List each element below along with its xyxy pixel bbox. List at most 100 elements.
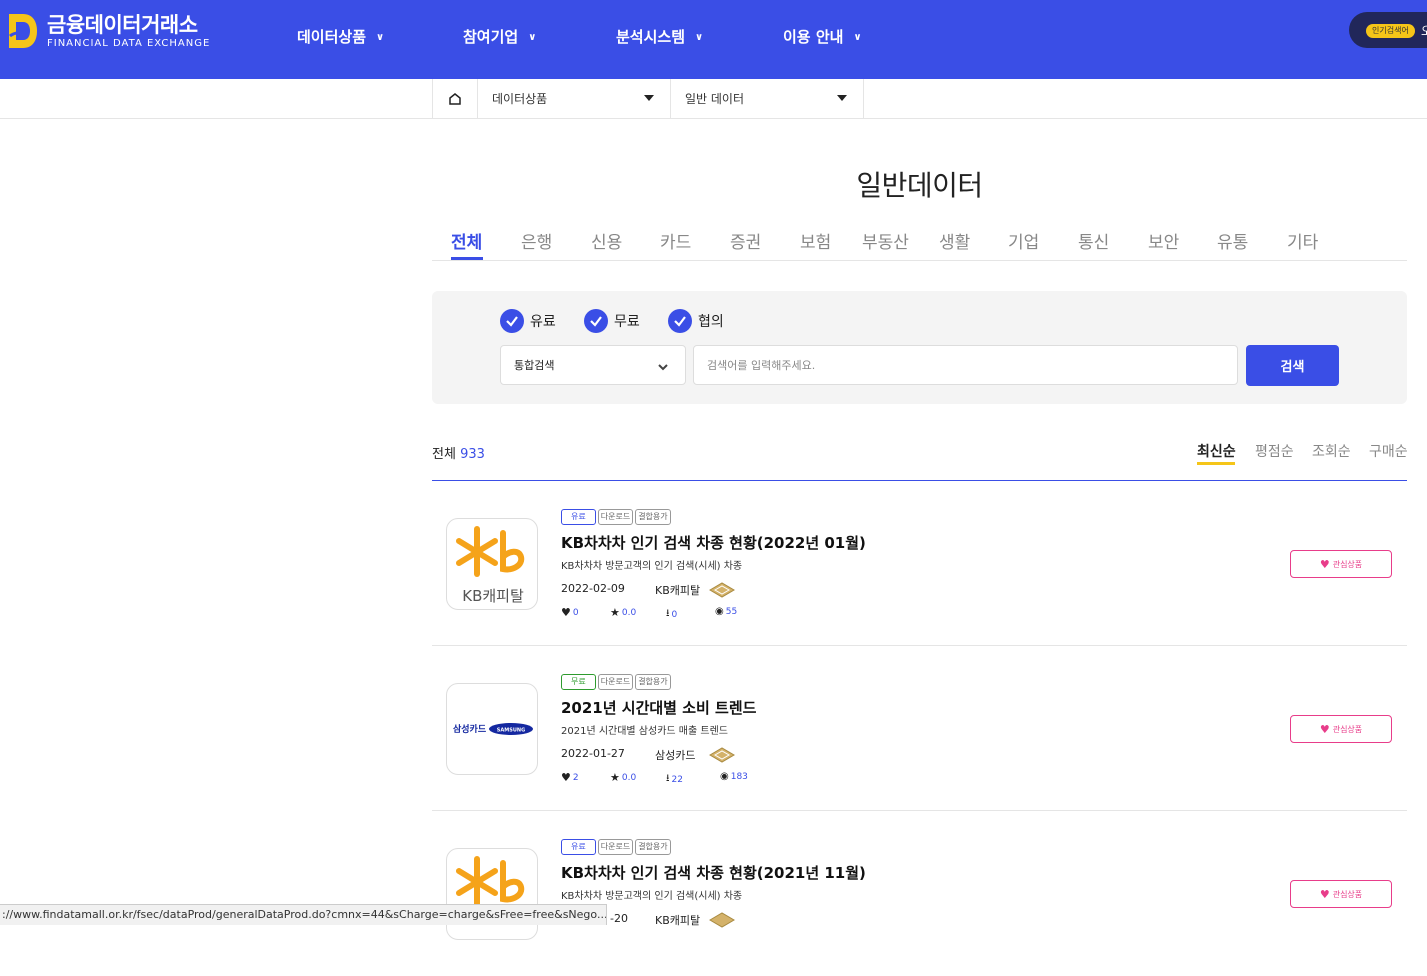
product-description: KB차차차 방문고객의 인기 검색(시세) 차종 <box>561 561 743 572</box>
chevron-down-icon: ∨ <box>695 32 704 43</box>
product-item: KB캐피탈 유료 다운로드 결합용가 KB차차차 인기 검색 차종 현황(202… <box>432 481 1407 646</box>
stat-value: 22 <box>671 774 683 785</box>
nav-participants[interactable]: 참여기업 ∨ <box>463 26 536 47</box>
svg-text:삼성카드: 삼성카드 <box>453 723 487 735</box>
popular-keyword-text[interactable]: 오 <box>1421 22 1427 39</box>
active-tab-indicator <box>451 257 483 260</box>
tag-paid: 유료 <box>561 839 596 855</box>
star-icon: ★ <box>610 606 620 619</box>
filter-label: 무료 <box>614 314 640 330</box>
chevron-down-icon: ∨ <box>376 32 385 43</box>
tabs-divider <box>432 260 1407 261</box>
product-title[interactable]: 2021년 시간대별 소비 트렌드 <box>561 697 756 718</box>
tab-securities[interactable]: 증권 <box>730 228 761 253</box>
product-company[interactable]: 삼성카드 <box>655 747 695 763</box>
stat-value: 0 <box>572 607 579 618</box>
stat-value: 0.0 <box>621 772 637 783</box>
kb-capital-logo <box>456 856 525 907</box>
tab-real-estate[interactable]: 부동산 <box>862 228 909 253</box>
tag-combinable: 결합용가 <box>635 674 671 690</box>
breadcrumb-select-level1[interactable]: 데이터상품 <box>478 79 671 119</box>
stat-value: 183 <box>730 771 748 782</box>
heart-icon: ♥ <box>1319 887 1330 901</box>
tab-bank[interactable]: 은행 <box>521 228 552 253</box>
stat-rating: ★ 0.0 <box>610 606 636 619</box>
product-tags: 무료 다운로드 결합용가 <box>561 674 671 690</box>
product-description: 2021년 시간대별 삼성카드 매출 트렌드 <box>561 726 728 737</box>
product-description: KB차차차 방문고객의 인기 검색(시세) 차종 <box>561 891 743 902</box>
product-title[interactable]: KB차차차 인기 검색 차종 현황(2021년 11월) <box>561 862 866 883</box>
nav-analysis-system[interactable]: 분석시스템 ∨ <box>616 26 703 47</box>
check-icon <box>584 309 608 333</box>
stat-rating: ★ 0.0 <box>610 771 636 784</box>
logo-title[interactable]: 금융데이터거래소 <box>47 9 198 39</box>
product-thumbnail[interactable]: 삼성카드 SAMSUNG <box>446 683 538 775</box>
top-header <box>0 0 1427 79</box>
tab-insurance[interactable]: 보험 <box>800 228 831 253</box>
home-button[interactable] <box>432 79 478 119</box>
svg-text:KB캐피탈: KB캐피탈 <box>462 587 524 605</box>
product-date: 2022-02-09 <box>561 582 625 595</box>
tab-telecom[interactable]: 통신 <box>1078 228 1109 253</box>
search-type-select[interactable]: 통합검색 <box>500 345 686 385</box>
logo-icon[interactable] <box>7 12 39 50</box>
star-icon: ★ <box>610 771 620 784</box>
check-icon <box>500 309 524 333</box>
product-company[interactable]: KB캐피탈 <box>655 912 700 928</box>
tag-download: 다운로드 <box>597 674 634 690</box>
search-button[interactable]: 검색 <box>1246 345 1339 386</box>
kb-capital-logo: KB캐피탈 <box>456 526 525 605</box>
favorite-label: 관심상품 <box>1332 559 1363 569</box>
add-favorite-button[interactable]: ♥ 관심상품 <box>1290 715 1392 743</box>
check-icon <box>668 309 692 333</box>
breadcrumb-label: 데이터상품 <box>492 92 548 106</box>
logo-subtitle: FINANCIAL DATA EXCHANGE <box>47 38 211 49</box>
favorite-label: 관심상품 <box>1332 724 1363 734</box>
chevron-down-icon <box>657 346 669 386</box>
tab-etc[interactable]: 기타 <box>1287 228 1318 253</box>
tab-credit[interactable]: 신용 <box>591 228 622 253</box>
sort-purchases[interactable]: 구매순 <box>1369 441 1408 461</box>
tab-card[interactable]: 카드 <box>660 228 691 253</box>
search-input[interactable] <box>693 345 1238 385</box>
stat-value: 0.0 <box>621 607 637 618</box>
filter-negotiable-checkbox[interactable]: 협의 <box>668 309 724 333</box>
filter-paid-checkbox[interactable]: 유료 <box>500 309 556 333</box>
product-thumbnail[interactable]: KB캐피탈 <box>446 518 538 610</box>
tab-distribution[interactable]: 유통 <box>1217 228 1248 253</box>
breadcrumb-select-level2[interactable]: 일반 데이터 <box>671 79 864 119</box>
nav-data-products[interactable]: 데이터상품 ∨ <box>297 26 384 47</box>
add-favorite-button[interactable]: ♥ 관심상품 <box>1290 880 1392 908</box>
heart-icon: ♥ <box>561 606 571 619</box>
favorite-label: 관심상품 <box>1332 889 1363 899</box>
product-title[interactable]: KB차차차 인기 검색 차종 현황(2022년 01월) <box>561 532 866 553</box>
breadcrumb-label: 일반 데이터 <box>685 92 745 106</box>
sort-views[interactable]: 조회순 <box>1312 441 1351 461</box>
grade-badge-icon <box>709 582 735 598</box>
tab-all[interactable]: 전체 <box>451 228 482 253</box>
product-thumbnail[interactable] <box>446 848 538 940</box>
stat-likes: ♥ 0 <box>561 606 579 619</box>
heart-icon: ♥ <box>561 771 571 784</box>
eye-icon: ◉ <box>715 606 724 617</box>
add-favorite-button[interactable]: ♥ 관심상품 <box>1290 550 1392 578</box>
eye-icon: ◉ <box>720 771 729 782</box>
nav-label: 데이터상품 <box>297 28 367 46</box>
tab-life[interactable]: 생활 <box>939 228 970 253</box>
stat-value: 0 <box>671 609 678 620</box>
tab-security[interactable]: 보안 <box>1148 228 1179 253</box>
popular-keywords-badge: 인기검색어 <box>1366 24 1415 38</box>
filter-free-checkbox[interactable]: 무료 <box>584 309 640 333</box>
tag-download: 다운로드 <box>597 839 634 855</box>
product-date: -20 <box>610 912 628 925</box>
sort-latest[interactable]: 최신순 <box>1197 441 1236 461</box>
nav-guide[interactable]: 이용 안내 ∨ <box>783 26 862 47</box>
stat-value: 2 <box>572 772 579 783</box>
samsung-card-logo: 삼성카드 SAMSUNG <box>453 723 533 735</box>
sort-rating[interactable]: 평점순 <box>1255 441 1294 461</box>
tab-enterprise[interactable]: 기업 <box>1008 228 1039 253</box>
nav-label: 분석시스템 <box>616 28 686 46</box>
product-tags: 유료 다운로드 결합용가 <box>561 839 671 855</box>
tag-combinable: 결합용가 <box>635 509 671 525</box>
product-company[interactable]: KB캐피탈 <box>655 582 700 598</box>
